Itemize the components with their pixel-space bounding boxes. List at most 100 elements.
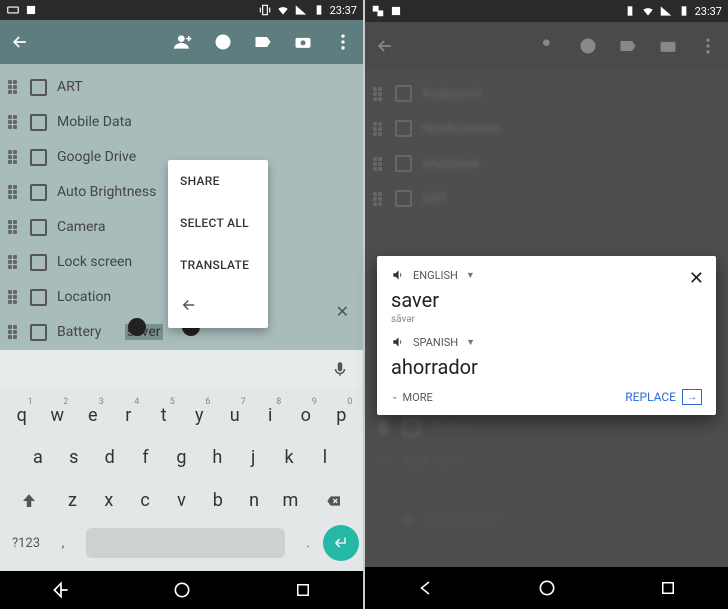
back-icon[interactable] [10,32,30,52]
key-comma[interactable]: , [48,523,78,563]
list-item[interactable]: ART [0,70,363,105]
drag-handle-icon[interactable] [8,150,20,164]
drag-handle-icon[interactable] [8,185,20,199]
label-icon[interactable] [618,36,638,56]
checkbox[interactable] [30,219,47,236]
checkbox[interactable] [30,149,47,166]
note-list: ART Mobile Data Google Drive Auto Bright… [0,64,363,350]
note-list: Keyboard Notifications Multitask ART Bat… [365,70,728,567]
list-item-label: Lock screen [57,254,132,270]
list-item[interactable]: Mobile Data [0,105,363,140]
list-item: ART [365,181,728,216]
nav-recents[interactable] [292,579,314,601]
ctx-share[interactable]: SHARE [168,160,268,202]
checkbox[interactable] [30,184,47,201]
key-q[interactable]: q1 [7,395,37,435]
key-d[interactable]: d [95,438,125,478]
clock: 23:37 [695,5,722,18]
keyboard-status-icon [6,3,20,17]
list-item-label: ART [57,79,83,95]
key-b[interactable]: b [203,481,233,521]
checkbox[interactable] [30,114,47,131]
key-space[interactable] [86,528,285,558]
key-shift[interactable] [7,481,51,521]
key-symbols[interactable]: ?123 [4,523,48,563]
palette-icon[interactable] [213,32,233,52]
key-a[interactable]: a [23,438,53,478]
overflow-icon[interactable] [333,32,353,52]
src-lang-row[interactable]: ENGLISH ▼ [391,268,702,282]
replace-button[interactable]: REPLACE→ [625,389,702,405]
nav-recents[interactable] [657,577,679,599]
add-item-row: ＋ Edit item [365,444,728,478]
drag-handle-icon[interactable] [8,220,20,234]
key-f[interactable]: f [131,438,161,478]
close-icon[interactable]: ✕ [689,268,704,289]
key-m[interactable]: m [275,481,305,521]
key-period[interactable]: . [293,523,323,563]
nav-home[interactable] [536,577,558,599]
overflow-icon[interactable] [698,36,718,56]
drag-handle-icon[interactable] [8,80,20,94]
key-x[interactable]: x [94,481,124,521]
ctx-select-all[interactable]: SELECT ALL [168,202,268,244]
drag-handle-icon[interactable] [8,255,20,269]
dst-lang-row[interactable]: SPANISH ▼ [391,335,702,349]
key-p[interactable]: p0 [326,395,356,435]
nav-back[interactable] [415,577,437,599]
nav-recents-icon [294,581,312,599]
key-backspace[interactable] [312,481,356,521]
palette-icon[interactable] [578,36,598,56]
key-z[interactable]: z [57,481,87,521]
nav-home[interactable] [171,579,193,601]
key-h[interactable]: h [202,438,232,478]
key-w[interactable]: w2 [42,395,72,435]
person-add-icon[interactable] [173,32,193,52]
list-item-label: Google Drive [57,149,136,165]
mic-icon[interactable] [331,360,349,378]
key-s[interactable]: s [59,438,89,478]
checkbox [395,85,412,102]
checkbox[interactable] [30,289,47,306]
key-c[interactable]: c [130,481,160,521]
key-j[interactable]: j [238,438,268,478]
key-u[interactable]: u7 [220,395,250,435]
key-g[interactable]: g [166,438,196,478]
checkbox[interactable] [30,324,47,341]
selection-handle-start[interactable] [128,318,146,336]
checkbox[interactable] [30,79,47,96]
drag-handle-icon[interactable] [8,115,20,129]
person-add-icon[interactable] [538,36,558,56]
back-icon[interactable] [375,36,395,56]
key-y[interactable]: y6 [184,395,214,435]
key-k[interactable]: k [274,438,304,478]
ctx-back[interactable] [168,286,268,328]
label-icon[interactable] [253,32,273,52]
key-e[interactable]: e3 [78,395,108,435]
key-enter[interactable] [323,525,359,561]
drag-handle-icon[interactable] [8,290,20,304]
key-n[interactable]: n [239,481,269,521]
key-v[interactable]: v [166,481,196,521]
key-i[interactable]: i8 [255,395,285,435]
key-t[interactable]: t5 [149,395,179,435]
speaker-icon[interactable] [391,268,405,282]
clear-icon[interactable]: ✕ [336,302,349,321]
camera-icon[interactable] [658,36,678,56]
nav-back[interactable] [50,579,72,601]
checkbox[interactable] [30,254,47,271]
translate-card: ✕ ENGLISH ▼ saver sāvər SPANISH ▼ ahorra… [377,256,716,415]
key-r[interactable]: r4 [113,395,143,435]
speaker-icon[interactable] [391,335,405,349]
key-o[interactable]: o9 [291,395,321,435]
kb-row-2: a s d f g h j k l [4,438,359,478]
chevron-down-icon: ▼ [466,270,475,281]
ctx-translate[interactable]: TRANSLATE [168,244,268,286]
drag-handle-icon[interactable] [8,325,20,339]
drag-handle-icon [373,157,385,171]
key-l[interactable]: l [310,438,340,478]
camera-icon[interactable] [293,32,313,52]
more-button[interactable]: ⌄MORE [391,391,433,404]
list-item: Keyboard [365,76,728,111]
chevron-down-icon: ▼ [466,337,475,348]
